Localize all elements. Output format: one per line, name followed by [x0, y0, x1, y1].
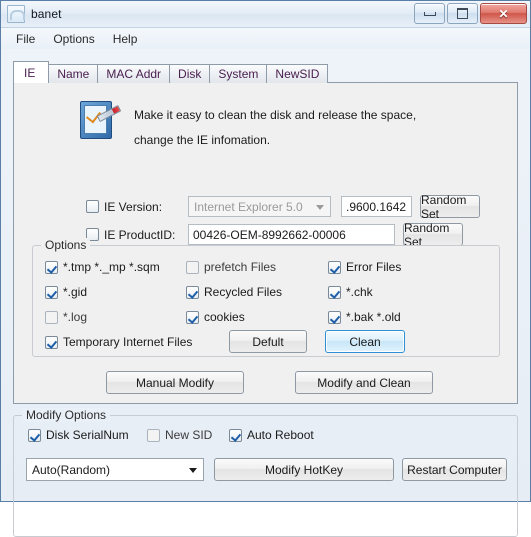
options-group: Options *.tmp *._mp *.sqm *.gid *.log Te…	[32, 238, 500, 357]
app-icon	[7, 5, 25, 23]
close-icon: ✕	[498, 6, 509, 21]
ie-productid-random-set-button[interactable]: Random Set	[403, 221, 463, 249]
checkbox-recycled-files[interactable]: Recycled Files	[186, 285, 282, 299]
tab-name[interactable]: Name	[48, 64, 99, 83]
tab-mac-addr[interactable]: MAC Addr	[97, 64, 171, 83]
minimize-icon	[423, 11, 436, 16]
ie-version-combo[interactable]: Internet Explorer 5.0	[188, 196, 331, 217]
ie-version-row: IE Version: Internet Explorer 5.0 .9600.…	[86, 193, 480, 221]
menu-bar: File Options Help	[1, 28, 530, 50]
clean-button[interactable]: Clean	[325, 330, 405, 353]
minimize-button[interactable]	[414, 3, 445, 24]
maximize-button[interactable]	[447, 3, 478, 24]
checkbox-chk-label: *.chk	[346, 285, 373, 299]
checkbox-log[interactable]: *.log	[45, 310, 87, 324]
hotkey-mode-combo[interactable]: Auto(Random)	[26, 458, 204, 481]
checkbox-chk[interactable]: *.chk	[328, 285, 373, 299]
ie-build-input[interactable]: .9600.1642	[341, 196, 412, 217]
modify-hotkey-button[interactable]: Modify HotKey	[214, 458, 394, 481]
checkbox-disk-serialnum-label: Disk SerialNum	[46, 428, 129, 442]
checkbox-bak-label: *.bak *.old	[346, 310, 401, 324]
menu-help[interactable]: Help	[104, 30, 147, 48]
checkbox-error-files[interactable]: Error Files	[328, 260, 401, 274]
ie-version-random-set-button[interactable]: Random Set	[420, 193, 480, 221]
application-window: banet ✕ File Options Help IE Name MAC Ad…	[0, 0, 531, 537]
tab-control: IE Name MAC Addr Disk System NewSID Make…	[13, 61, 518, 404]
description-line-2: change the IE infomation.	[134, 133, 271, 147]
tab-system[interactable]: System	[209, 64, 268, 83]
ie-version-label: IE Version:	[104, 199, 163, 214]
description-line-1: Make it easy to clean the disk and relea…	[134, 108, 417, 122]
tab-newsid[interactable]: NewSID	[266, 64, 329, 83]
checkbox-recycled-label: Recycled Files	[204, 285, 283, 299]
checkbox-bak-old[interactable]: *.bak *.old	[328, 310, 401, 324]
hotkey-mode-value: Auto(Random)	[32, 462, 111, 477]
checkbox-cookies-label: cookies	[204, 310, 245, 324]
checkbox-new-sid[interactable]: New SID	[147, 428, 212, 442]
title-bar: banet ✕	[1, 1, 530, 28]
ie-productid-checkbox[interactable]: IE ProductID:	[86, 228, 178, 242]
restart-computer-button[interactable]: Restart Computer	[402, 458, 507, 481]
ie-build-value: .9600.1642	[346, 199, 407, 214]
tab-disk[interactable]: Disk	[169, 64, 211, 83]
ie-version-combo-value: Internet Explorer 5.0	[194, 199, 303, 214]
modify-options-caption: Modify Options	[22, 408, 111, 422]
ie-productid-value: 00426-OEM-8992662-00006	[193, 227, 346, 242]
checkbox-log-label: *.log	[63, 310, 88, 324]
checkbox-temp-internet-label: Temporary Internet Files	[63, 335, 193, 349]
checkbox-prefetch-files[interactable]: prefetch Files	[186, 260, 276, 274]
clipboard-check-pen-icon	[78, 99, 122, 139]
checkbox-auto-reboot[interactable]: Auto Reboot	[229, 428, 314, 442]
close-button[interactable]: ✕	[480, 3, 527, 24]
ie-productid-label: IE ProductID:	[104, 227, 176, 242]
checkbox-auto-reboot-label: Auto Reboot	[247, 428, 314, 442]
checkbox-error-label: Error Files	[346, 260, 402, 274]
checkbox-gid-label: *.gid	[63, 285, 88, 299]
checkbox-prefetch-label: prefetch Files	[204, 260, 277, 274]
ie-version-checkbox[interactable]: IE Version:	[86, 200, 178, 214]
ie-productid-input[interactable]: 00426-OEM-8992662-00006	[188, 224, 395, 245]
checkbox-tmp-label: *.tmp *._mp *.sqm	[63, 260, 160, 274]
tab-strip: IE Name MAC Addr Disk System NewSID	[13, 61, 329, 83]
checkbox-new-sid-label: New SID	[165, 428, 213, 442]
window-title: banet	[31, 7, 62, 21]
modify-and-clean-button[interactable]: Modify and Clean	[295, 371, 433, 394]
ie-productid-row: IE ProductID: 00426-OEM-8992662-00006 Ra…	[86, 221, 463, 249]
tab-ie[interactable]: IE	[13, 61, 50, 83]
options-group-caption: Options	[41, 238, 91, 252]
tab-panel-ie: Make it easy to clean the disk and relea…	[13, 82, 518, 404]
checkbox-tmp-mp-sqm[interactable]: *.tmp *._mp *.sqm	[45, 260, 160, 274]
chevron-down-icon	[316, 204, 324, 210]
client-area: IE Name MAC Addr Disk System NewSID Make…	[1, 49, 530, 537]
modify-options-group: Modify Options Disk SerialNum New SID Au…	[13, 408, 518, 537]
checkbox-cookies[interactable]: cookies	[186, 310, 245, 324]
default-button[interactable]: Defult	[229, 330, 307, 353]
chevron-down-icon	[189, 467, 197, 473]
menu-file[interactable]: File	[7, 30, 44, 48]
menu-options[interactable]: Options	[44, 30, 103, 48]
panel-header: Make it easy to clean the disk and relea…	[26, 99, 416, 153]
panel-description: Make it easy to clean the disk and relea…	[134, 99, 416, 153]
manual-modify-button[interactable]: Manual Modify	[106, 371, 244, 394]
maximize-icon	[457, 8, 468, 19]
window-controls: ✕	[414, 3, 527, 24]
checkbox-gid[interactable]: *.gid	[45, 285, 87, 299]
checkbox-disk-serialnum[interactable]: Disk SerialNum	[28, 428, 129, 442]
checkbox-temporary-internet-files[interactable]: Temporary Internet Files	[45, 335, 192, 349]
